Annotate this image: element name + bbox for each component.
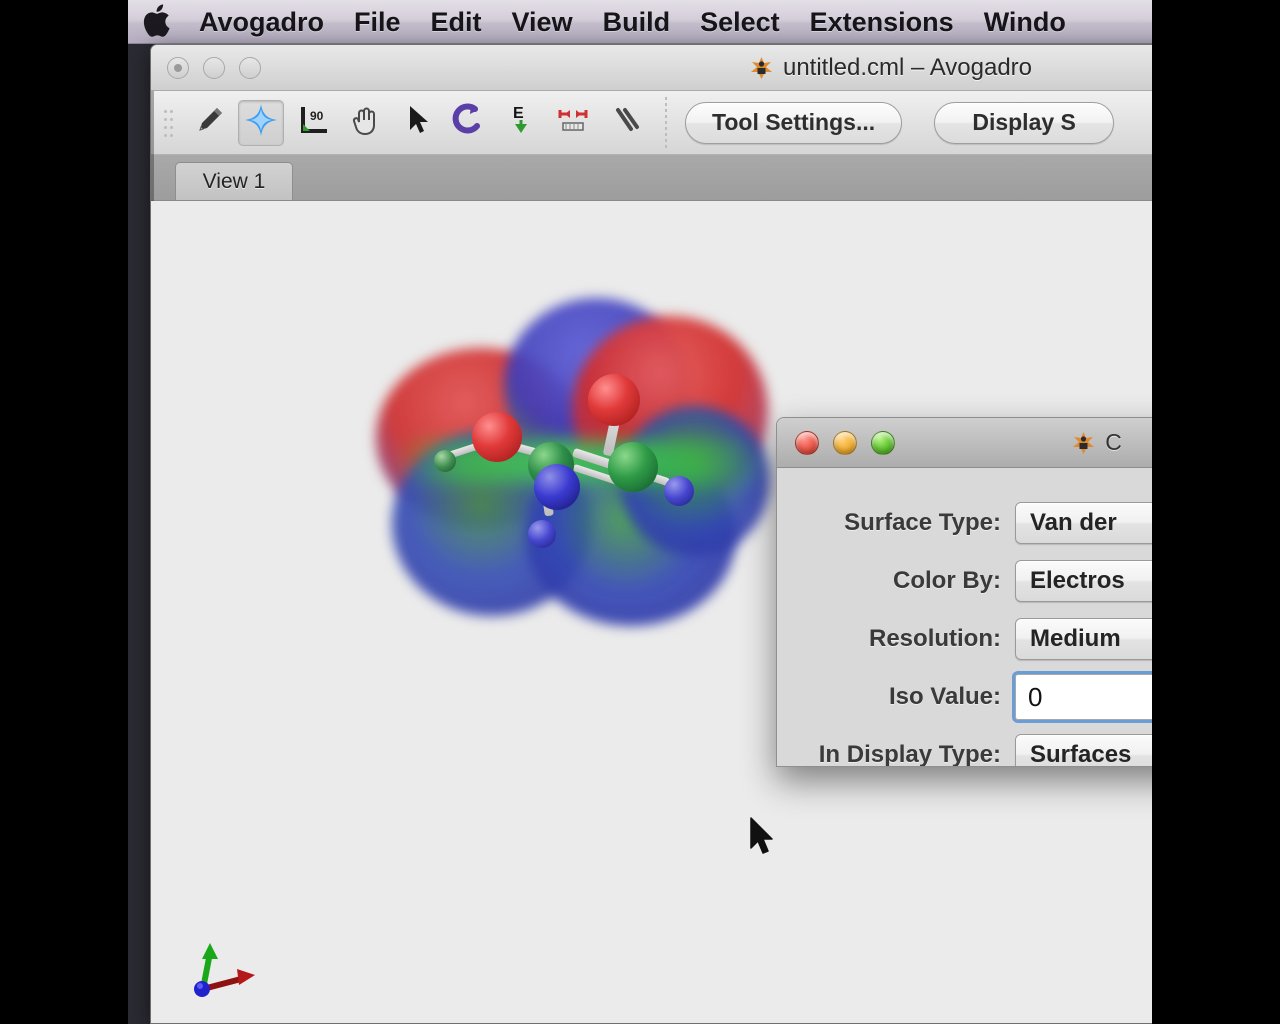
angle-measure-icon: 90 <box>295 102 331 143</box>
atom-hydrogen <box>664 476 694 506</box>
desktop: Avogadro File Edit View Build Select Ext… <box>128 0 1152 1024</box>
toolbar-button-draw-tool[interactable] <box>186 100 232 146</box>
atom-hydrogen <box>528 520 556 548</box>
display-settings-button[interactable]: Display S <box>934 101 1115 144</box>
label-surface-type: Surface Type: <box>844 509 1001 536</box>
window-title: untitled.cml – Avogadro <box>151 54 1152 82</box>
atom-carbon <box>608 442 658 492</box>
energy-optimize-icon: E <box>503 102 539 143</box>
screen: Avogadro File Edit View Build Select Ext… <box>0 0 1280 1024</box>
menu-item-window[interactable]: Windo <box>969 0 1081 44</box>
tab-view-1[interactable]: View 1 <box>175 162 293 200</box>
navigate-star-icon <box>243 102 279 143</box>
menu-item-build[interactable]: Build <box>588 0 686 44</box>
menu-item-avogadro[interactable]: Avogadro <box>184 0 339 44</box>
atom-hydrogen <box>434 450 456 472</box>
atom-oxygen <box>472 412 522 462</box>
combobox-surface-type[interactable]: Van der <box>1015 502 1152 544</box>
dialog-title: C <box>777 429 1152 456</box>
window-title-bar[interactable]: untitled.cml – Avogadro <box>151 45 1152 91</box>
molecule-render <box>376 296 770 636</box>
menu-item-view[interactable]: View <box>497 0 588 44</box>
mouse-pointer <box>749 816 779 860</box>
view-tab-bar: View 1 <box>151 155 1152 201</box>
combobox-color-by[interactable]: Electros <box>1015 560 1152 602</box>
label-color-by: Color By: <box>893 567 1001 594</box>
label-iso-value: Iso Value: <box>888 683 1001 710</box>
form-row-surface-type: Surface Type: Van der <box>777 494 1152 552</box>
form-row-iso-value: Iso Value: 0 <box>777 668 1152 726</box>
toolbar-button-align-tool[interactable] <box>550 100 596 146</box>
main-toolbar: 90 E Tool Settings... Display S <box>151 91 1152 155</box>
hand-icon <box>347 102 383 143</box>
form-row-resolution: Resolution: Medium <box>777 610 1152 668</box>
combobox-in-display-type[interactable]: Surfaces <box>1015 734 1152 766</box>
toolbar-button-auto-optimize-tool[interactable]: E <box>498 100 544 146</box>
create-surfaces-dialog[interactable]: C Surface Type: Van der Color By: Electr… <box>776 417 1152 767</box>
avogadro-icon <box>748 54 775 81</box>
apple-logo-icon[interactable] <box>142 3 176 41</box>
tool-settings-button[interactable]: Tool Settings... <box>685 101 903 144</box>
svg-text:E: E <box>513 105 524 122</box>
toolbar-button-navigate-tool[interactable] <box>238 99 284 146</box>
arrow-cursor-icon <box>399 102 435 143</box>
atom-nitrogen <box>534 464 580 510</box>
combobox-resolution[interactable]: Medium <box>1015 618 1152 660</box>
window-title-text: untitled.cml – Avogadro <box>782 53 1033 81</box>
avogadro-icon <box>1070 429 1097 456</box>
menu-bar: Avogadro File Edit View Build Select Ext… <box>128 0 1152 44</box>
label-in-display-type: In Display Type: <box>818 741 1001 767</box>
input-iso-value[interactable]: 0 <box>1012 671 1152 723</box>
dialog-title-text: C <box>1105 429 1122 455</box>
toolbar-button-selection-tool[interactable] <box>394 100 440 146</box>
rotate-arc-icon <box>451 102 487 143</box>
avogadro-main-window: untitled.cml – Avogadro 90 E Tool Settin… <box>150 44 1152 1024</box>
dialog-body: Surface Type: Van der Color By: Electros… <box>777 468 1152 767</box>
label-resolution: Resolution: <box>869 625 1001 652</box>
toolbar-button-measure-tool[interactable]: 90 <box>290 100 336 146</box>
toolbar-grip-handle[interactable] <box>163 106 179 140</box>
atom-oxygen <box>588 374 640 426</box>
bond-centric-icon <box>607 102 643 143</box>
axis-indicator <box>189 937 263 1003</box>
molecule-viewport[interactable]: C Surface Type: Van der Color By: Electr… <box>151 201 1152 1023</box>
svg-text:90: 90 <box>310 109 324 123</box>
menu-item-edit[interactable]: Edit <box>416 0 497 44</box>
toolbar-button-rotate-tool[interactable] <box>446 100 492 146</box>
menu-item-select[interactable]: Select <box>685 0 795 44</box>
toolbar-button-manipulate-tool[interactable] <box>342 100 388 146</box>
align-arrows-icon <box>555 102 591 143</box>
dialog-title-bar[interactable]: C <box>777 418 1152 468</box>
form-row-color-by: Color By: Electros <box>777 552 1152 610</box>
pencil-icon <box>191 102 227 143</box>
form-row-in-display-type: In Display Type: Surfaces <box>777 726 1152 767</box>
menu-item-file[interactable]: File <box>339 0 416 44</box>
toolbar-separator <box>665 96 667 149</box>
toolbar-button-bond-centric-tool[interactable] <box>602 100 648 146</box>
menu-item-extensions[interactable]: Extensions <box>795 0 969 44</box>
